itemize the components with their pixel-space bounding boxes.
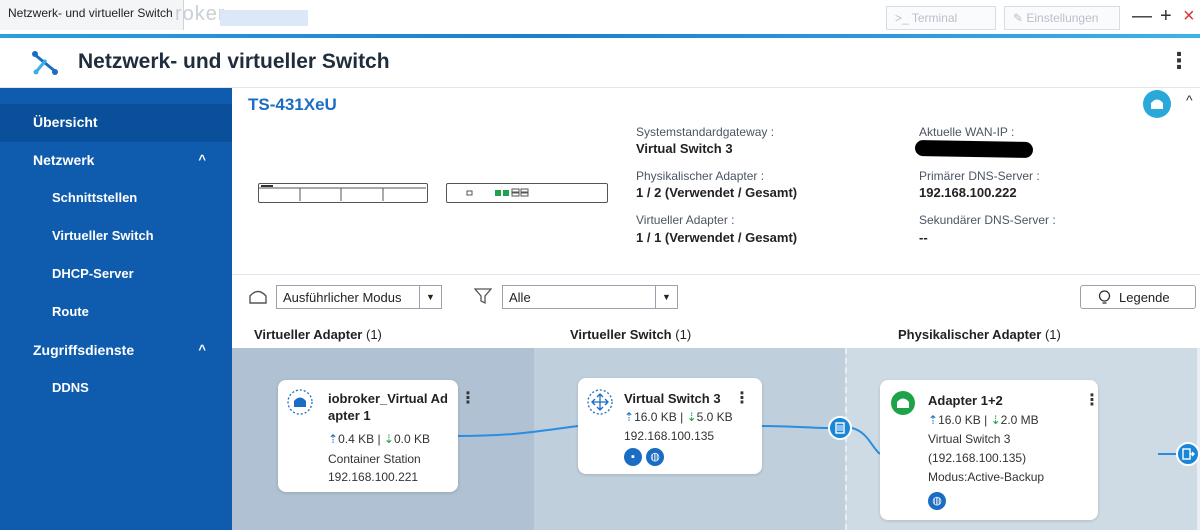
- traffic-stats: ⇡0.4 KB | ⇣0.0 KB: [328, 432, 430, 446]
- terminal-icon: >_: [895, 11, 912, 25]
- filter-icon: [474, 288, 492, 305]
- view-mode-select[interactable]: Ausführlicher Modus ▼: [276, 285, 442, 309]
- port-connector-icon[interactable]: [828, 416, 852, 440]
- globe-icon: ◍: [646, 448, 664, 466]
- sidebar-section-access-services[interactable]: Zugriffsdienste ^: [0, 332, 232, 370]
- physical-adapter-card[interactable]: Adapter 1+2 ⋮ ⇡16.0 KB | ⇣2.0 MB Virtual…: [880, 380, 1100, 520]
- sidebar: Übersicht Netzwerk ^ Schnittstellen Virt…: [0, 88, 232, 530]
- chevron-down-icon: ▼: [419, 286, 441, 308]
- sidebar-item-ddns[interactable]: DDNS: [0, 370, 232, 408]
- sidebar-item-label: Übersicht: [33, 114, 98, 130]
- chevron-up-icon[interactable]: ^: [198, 342, 206, 357]
- adapter-ip: 192.168.100.221: [328, 470, 419, 484]
- sidebar-item-virtual-switch[interactable]: Virtueller Switch: [0, 218, 232, 256]
- uplink-connector-icon[interactable]: [1176, 442, 1200, 466]
- filter-select[interactable]: Alle ▼: [502, 285, 678, 309]
- sidebar-item-overview[interactable]: Übersicht: [0, 104, 232, 142]
- linked-switch: Virtual Switch 3: [928, 432, 1011, 446]
- upload-icon: ⇡: [328, 432, 339, 446]
- maximize-button[interactable]: +: [1160, 6, 1172, 26]
- wan-ip-label: Aktuelle WAN-IP :: [919, 125, 1015, 139]
- physical-adapter-icon: [891, 391, 915, 415]
- sidebar-item-interfaces[interactable]: Schnittstellen: [0, 180, 232, 218]
- terminal-button[interactable]: >_ Terminal: [886, 6, 996, 30]
- column-title-virtual-switch: Virtueller Switch (1): [570, 327, 692, 342]
- nas-device-front-icon: [258, 183, 428, 203]
- switch-ip: 192.168.100.135: [624, 429, 715, 443]
- chevron-down-icon: ▼: [655, 286, 677, 308]
- column-title-physical-adapter: Physikalischer Adapter (1): [898, 327, 1061, 342]
- upload-icon: ⇡: [624, 410, 635, 424]
- virtual-adapter-label: Virtueller Adapter :: [636, 213, 735, 227]
- port-icon: ▪: [624, 448, 642, 466]
- status-badge-icon[interactable]: [1143, 90, 1171, 118]
- card-title: iobroker_Virtual Ad apter 1: [328, 391, 448, 423]
- card-menu-kebab-icon[interactable]: ⋮: [734, 388, 750, 408]
- window-tab[interactable]: Netzwerk- und virtueller Switch: [0, 0, 184, 30]
- app-title: Netzwerk- und virtueller Switch: [78, 50, 390, 73]
- traffic-stats: ⇡16.0 KB | ⇣2.0 MB: [928, 413, 1039, 427]
- edit-icon: ✎: [1013, 11, 1027, 25]
- nas-device-ports-icon: [446, 183, 608, 203]
- background-window-badge: [220, 10, 308, 26]
- app-menu-kebab-icon[interactable]: ⋮: [1168, 48, 1190, 74]
- upload-icon: ⇡: [928, 413, 939, 427]
- gateway-label: Systemstandardgateway :: [636, 125, 775, 139]
- secondary-dns-label: Sekundärer DNS-Server :: [919, 213, 1056, 227]
- chevron-up-icon[interactable]: ^: [1186, 92, 1193, 108]
- lightbulb-icon: [1098, 290, 1111, 304]
- physical-adapter-label: Physikalischer Adapter :: [636, 169, 765, 183]
- container-adapter-icon: [287, 389, 313, 415]
- linked-switch-ip: (192.168.100.135): [928, 451, 1027, 465]
- virtual-adapter-value: 1 / 1 (Verwendet / Gesamt): [636, 230, 798, 245]
- sidebar-item-dhcp-server[interactable]: DHCP-Server: [0, 256, 232, 294]
- column-title-virtual-adapter: Virtueller Adapter (1): [254, 327, 382, 342]
- card-title: Adapter 1+2: [928, 393, 1003, 408]
- traffic-stats: ⇡16.0 KB | ⇣5.0 KB: [624, 410, 733, 424]
- redacted-wan-ip: [914, 139, 1034, 159]
- sidebar-section-label: Netzwerk: [33, 152, 95, 168]
- download-icon: ⇣: [990, 413, 1001, 427]
- globe-icon: ◍: [928, 492, 946, 510]
- bond-mode: Modus:Active-Backup: [928, 470, 1045, 484]
- sidebar-section-label: Zugriffsdienste: [33, 342, 135, 358]
- switch-icon: [587, 389, 613, 415]
- sidebar-section-network[interactable]: Netzwerk ^: [0, 142, 232, 180]
- physical-adapter-value: 1 / 2 (Verwendet / Gesamt): [636, 185, 798, 200]
- secondary-dns-value: --: [919, 230, 928, 245]
- virtual-switch-card[interactable]: Virtual Switch 3 ⋮ ⇡16.0 KB | ⇣5.0 KB 19…: [578, 378, 762, 474]
- minimize-button[interactable]: —: [1132, 6, 1152, 26]
- window-titlebar: Netzwerk- und virtueller Switch roker >_…: [0, 0, 1200, 36]
- network-switch-logo-icon: [32, 51, 58, 75]
- primary-dns-label: Primärer DNS-Server :: [919, 169, 1040, 183]
- device-name: TS-431XeU: [248, 95, 337, 114]
- card-menu-kebab-icon[interactable]: ⋮: [460, 388, 476, 408]
- card-menu-kebab-icon[interactable]: ⋮: [1084, 390, 1100, 410]
- settings-button[interactable]: ✎ Einstellungen: [1004, 6, 1120, 30]
- legend-button[interactable]: Legende: [1080, 285, 1196, 309]
- app-header: Netzwerk- und virtueller Switch ⋮: [0, 38, 1200, 88]
- adapter-source: Container Station: [328, 452, 421, 466]
- topology-canvas: iobroker_Virtual Ad apter 1 ⋮ ⇡0.4 KB | ⇣…: [232, 348, 1200, 530]
- close-button[interactable]: ×: [1183, 6, 1195, 26]
- topology-toolbar: Ausführlicher Modus ▼ Alle ▼ Legende Vir…: [232, 274, 1200, 348]
- gateway-value: Virtual Switch 3: [636, 141, 733, 156]
- download-icon: ⇣: [686, 410, 697, 424]
- primary-dns-value: 192.168.100.222: [919, 185, 1017, 200]
- virtual-adapter-card[interactable]: iobroker_Virtual Ad apter 1 ⋮ ⇡0.4 KB | ⇣…: [278, 380, 476, 492]
- chevron-up-icon[interactable]: ^: [198, 152, 206, 167]
- background-window-title: roker: [175, 3, 226, 25]
- sidebar-item-route[interactable]: Route: [0, 294, 232, 332]
- download-icon: ⇣: [383, 432, 394, 446]
- home-outline-icon: [249, 290, 267, 304]
- card-title: Virtual Switch 3: [624, 391, 721, 406]
